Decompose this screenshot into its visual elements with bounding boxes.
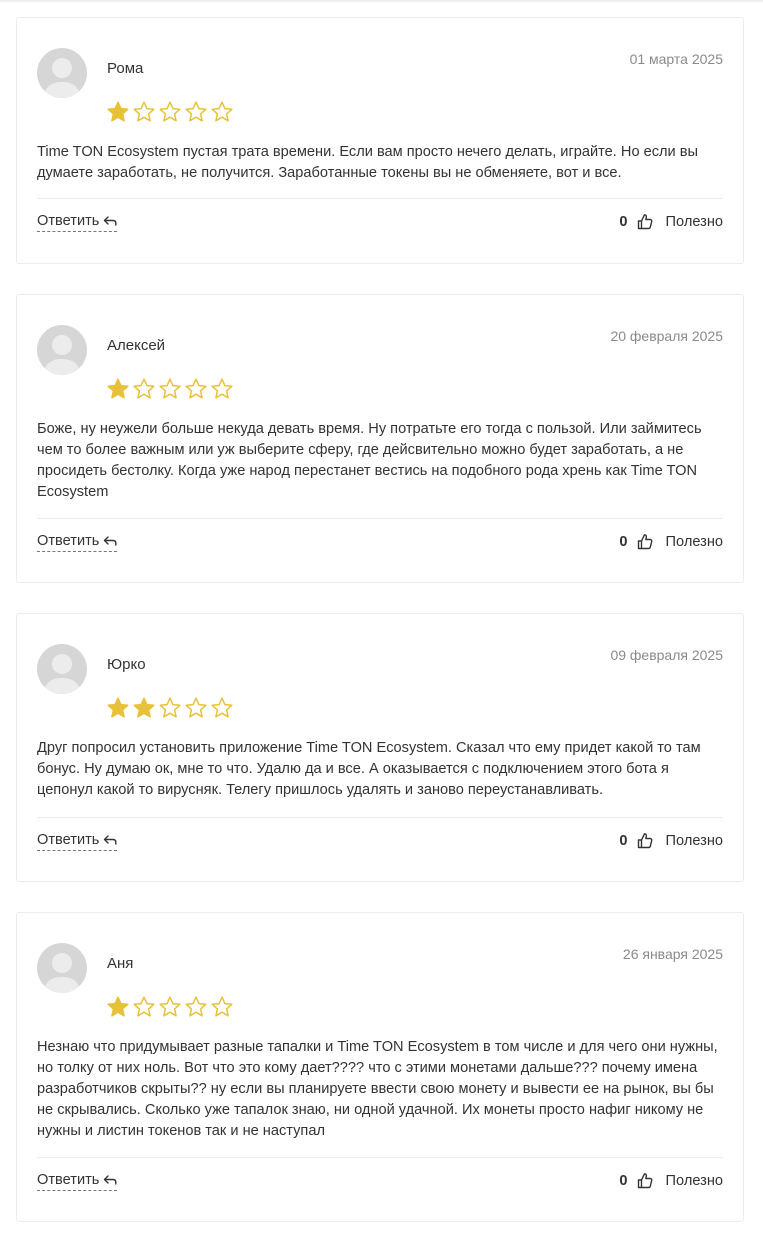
review-footer: Ответить 0 Полезно [37,198,723,263]
star-icon [185,996,207,1017]
review-card: Алексей 20 февраля 2025 Боже, ну неужели… [16,294,744,583]
reply-button[interactable]: Ответить [37,533,118,552]
reply-button[interactable]: Ответить [37,832,118,851]
star-icon [211,996,233,1017]
star-icon [211,697,233,718]
star-rating [106,100,234,124]
reply-arrow-icon [104,536,117,546]
star-icon [107,101,129,122]
reply-button[interactable]: Ответить [37,1172,118,1191]
useful-vote: 0 Полезно [619,213,723,230]
star-rating [106,377,234,401]
useful-vote: 0 Полезно [619,832,723,849]
review-date: 01 марта 2025 [629,51,723,67]
useful-vote: 0 Полезно [619,1172,723,1189]
reply-label: Ответить [37,832,100,848]
star-icon [211,101,233,122]
star-rating [106,995,234,1019]
review-card: Рома 01 марта 2025 Time TON Ecosystem пу… [16,17,744,264]
review-date: 26 января 2025 [622,946,723,962]
star-icon [185,101,207,122]
thumbs-up-icon[interactable] [637,533,653,550]
reply-arrow-icon [104,216,117,226]
top-shadow [0,0,763,3]
user-silhouette-icon [43,953,81,993]
star-icon [133,378,155,399]
like-count: 0 [619,533,628,550]
reply-label: Ответить [37,1172,100,1188]
star-icon [107,996,129,1017]
review-author: Аня [107,955,134,972]
avatar [37,48,87,98]
review-author: Рома [107,60,144,77]
useful-button[interactable]: Полезно [666,833,723,849]
review-text: Незнаю что придумывает разные тапалки и … [37,1039,718,1139]
star-icon [185,378,207,399]
avatar [37,325,87,375]
useful-button[interactable]: Полезно [666,534,723,550]
review-text: Друг попросил установить приложение Time… [37,740,701,798]
review-date: 09 февраля 2025 [610,647,723,663]
like-count: 0 [619,213,628,230]
reply-button[interactable]: Ответить [37,213,118,232]
thumbs-up-icon[interactable] [637,213,653,230]
avatar [37,943,87,993]
user-silhouette-icon [43,58,81,98]
useful-vote: 0 Полезно [619,533,723,550]
star-icon [159,996,181,1017]
review-author: Юрко [107,656,146,673]
useful-button[interactable]: Полезно [666,214,723,230]
star-icon [159,697,181,718]
star-icon [159,101,181,122]
thumbs-up-icon[interactable] [637,1172,653,1189]
reply-arrow-icon [104,1175,117,1185]
review-author: Алексей [107,337,166,354]
review-card: Аня 26 января 2025 Незнаю что придумывае… [16,912,744,1222]
user-silhouette-icon [43,335,81,375]
star-icon [107,697,129,718]
review-footer: Ответить 0 Полезно [37,817,723,882]
review-text: Боже, ну неужели больше некуда девать вр… [37,421,702,500]
star-icon [133,101,155,122]
avatar [37,644,87,694]
user-silhouette-icon [43,654,81,694]
reply-label: Ответить [37,533,100,549]
useful-button[interactable]: Полезно [666,1173,723,1189]
star-rating [106,696,234,720]
star-icon [107,378,129,399]
like-count: 0 [619,832,628,849]
like-count: 0 [619,1172,628,1189]
star-icon [133,697,155,718]
star-icon [185,697,207,718]
star-icon [133,996,155,1017]
star-icon [211,378,233,399]
reply-label: Ответить [37,213,100,229]
review-card: Юрко 09 февраля 2025 Друг попросил устан… [16,613,744,882]
review-date: 20 февраля 2025 [610,328,723,344]
reply-arrow-icon [104,835,117,845]
review-footer: Ответить 0 Полезно [37,518,723,583]
review-footer: Ответить 0 Полезно [37,1157,723,1222]
thumbs-up-icon[interactable] [637,832,653,849]
review-text: Time TON Ecosystem пустая трата времени.… [37,144,698,181]
star-icon [159,378,181,399]
